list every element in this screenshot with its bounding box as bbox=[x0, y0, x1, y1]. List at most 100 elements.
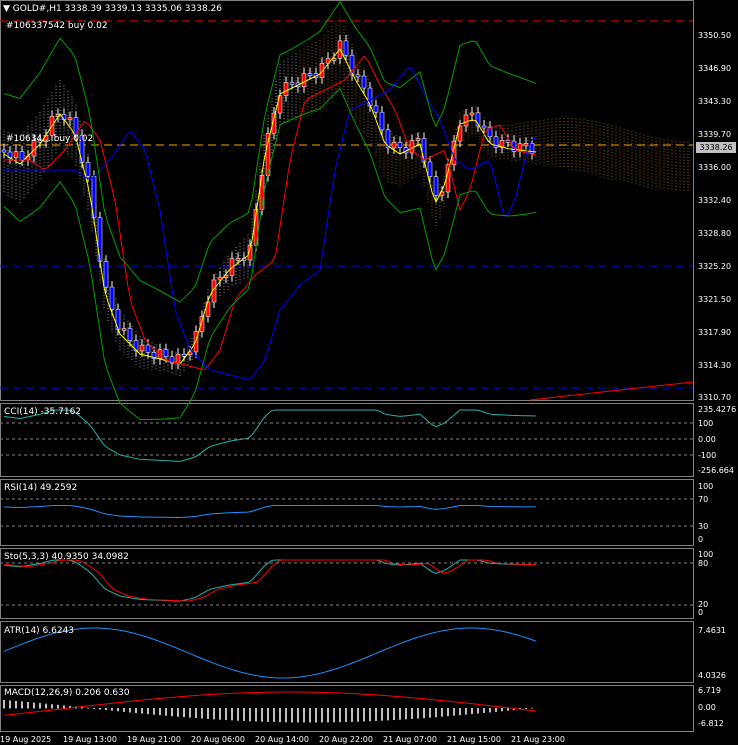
macd-bar bbox=[183, 708, 185, 718]
candle-bear bbox=[343, 40, 349, 56]
cci-line bbox=[3, 409, 537, 462]
time-label: 19 Aug 21:00 bbox=[127, 735, 181, 744]
candle-bear bbox=[127, 328, 133, 341]
macd-bar bbox=[207, 708, 209, 719]
macd-bar bbox=[453, 708, 455, 716]
collapse-arrow-icon[interactable]: ▼ bbox=[3, 4, 10, 14]
macd-bar bbox=[393, 708, 395, 721]
time-label: 19 Aug 2025 bbox=[0, 735, 52, 744]
macd-bar bbox=[51, 704, 53, 709]
candle-bear bbox=[109, 286, 115, 310]
macd-bar bbox=[225, 708, 227, 721]
macd-bar bbox=[141, 708, 143, 714]
sto-signal-line bbox=[4, 559, 537, 602]
price-label: 3328.80 bbox=[698, 229, 732, 238]
order-label-top[interactable]: #106337542 buy 0.02 bbox=[6, 21, 108, 31]
candle-bear bbox=[367, 87, 373, 107]
macd-bar bbox=[435, 708, 437, 718]
current-price-tag: 3338.26 bbox=[696, 142, 736, 153]
candle-bear bbox=[181, 354, 187, 357]
time-label: 20 Aug 14:00 bbox=[255, 735, 309, 744]
order-label-mid[interactable]: #10634... buy 0.02 bbox=[6, 134, 93, 144]
macd-bar bbox=[369, 708, 371, 722]
candle-bear bbox=[97, 217, 103, 262]
candle-bear bbox=[355, 74, 361, 78]
macd-bar bbox=[135, 708, 137, 714]
chart-canvas[interactable] bbox=[0, 0, 738, 745]
macd-bar bbox=[411, 708, 413, 719]
candle-bear bbox=[433, 176, 439, 196]
price-label: 3339.70 bbox=[698, 130, 732, 139]
time-label: 20 Aug 06:00 bbox=[191, 735, 245, 744]
macd-bar bbox=[27, 702, 29, 709]
macd-level: 0.00 bbox=[698, 703, 716, 712]
macd-bar bbox=[531, 707, 533, 709]
cci-level: -256.664 bbox=[698, 466, 734, 475]
candle-bear bbox=[481, 125, 487, 129]
macd-bar bbox=[525, 708, 527, 709]
time-label: 21 Aug 15:00 bbox=[447, 735, 501, 744]
rsi-title: RSI(14) 49.2592 bbox=[4, 483, 78, 493]
time-label: 21 Aug 07:00 bbox=[383, 735, 437, 744]
candle-bear bbox=[19, 151, 25, 161]
macd-bar bbox=[447, 708, 449, 717]
macd-bar bbox=[255, 708, 257, 722]
ma-slow-line bbox=[4, 66, 537, 381]
macd-histogram bbox=[3, 699, 533, 723]
macd-level: -6.812 bbox=[698, 719, 724, 728]
macd-bar bbox=[309, 708, 311, 723]
macd-bar bbox=[495, 708, 497, 712]
macd-bar bbox=[99, 708, 101, 710]
ma-mid-line bbox=[4, 55, 537, 371]
macd-bar bbox=[15, 700, 17, 709]
price-label: 3350.50 bbox=[698, 31, 732, 40]
macd-bar bbox=[489, 708, 491, 713]
price-label: 3310.70 bbox=[698, 393, 732, 402]
panel-frames bbox=[0, 0, 694, 732]
candle-bull bbox=[469, 112, 475, 116]
trend-line[interactable] bbox=[529, 381, 694, 401]
macd-bar bbox=[3, 699, 5, 709]
sto-level: 80 bbox=[698, 559, 709, 568]
cci-level: -100 bbox=[698, 451, 717, 460]
candle-bull bbox=[283, 82, 289, 96]
macd-bar bbox=[117, 708, 119, 712]
candle-bear bbox=[397, 142, 403, 148]
macd-bar bbox=[321, 708, 323, 723]
atr-title: ATR(14) 6.6243 bbox=[4, 626, 75, 636]
rsi-level: 70 bbox=[698, 495, 709, 504]
macd-bar bbox=[357, 708, 359, 722]
price-series bbox=[1, 0, 689, 421]
macd-bar bbox=[465, 708, 467, 715]
macd-bar bbox=[159, 708, 161, 716]
candle-bull bbox=[301, 73, 307, 87]
candle-bear bbox=[145, 344, 151, 353]
macd-bar bbox=[231, 708, 233, 721]
candle-bear bbox=[1, 149, 7, 153]
candle-bull bbox=[391, 142, 397, 149]
candle-bear bbox=[385, 129, 391, 149]
candle-bull bbox=[67, 117, 73, 120]
candle-bull bbox=[523, 143, 529, 146]
candle-bull bbox=[415, 138, 421, 141]
macd-bar bbox=[285, 708, 287, 723]
symbol-title: ▼ GOLD#,H1 3338.39 3339.13 3335.06 3338.… bbox=[3, 4, 222, 14]
sto-main-line bbox=[3, 559, 537, 602]
candle-bull bbox=[121, 328, 127, 331]
cci-level: 100 bbox=[698, 419, 714, 428]
macd-bar bbox=[261, 708, 263, 722]
macd-bar bbox=[501, 708, 503, 712]
symbol-quote: GOLD#,H1 3338.39 3339.13 3335.06 3338.26 bbox=[12, 4, 223, 14]
macd-bar bbox=[237, 708, 239, 721]
rsi-line bbox=[3, 505, 537, 519]
macd-bar bbox=[93, 708, 95, 709]
macd-bar bbox=[267, 708, 269, 722]
macd-bar bbox=[399, 708, 401, 720]
macd-bar bbox=[33, 702, 35, 709]
rsi-level: 100 bbox=[698, 482, 714, 491]
macd-bar bbox=[387, 708, 389, 721]
macd-bar bbox=[219, 708, 221, 720]
candle-bear bbox=[115, 309, 121, 330]
sto-level: 0 bbox=[698, 608, 704, 617]
macd-bar bbox=[273, 708, 275, 723]
